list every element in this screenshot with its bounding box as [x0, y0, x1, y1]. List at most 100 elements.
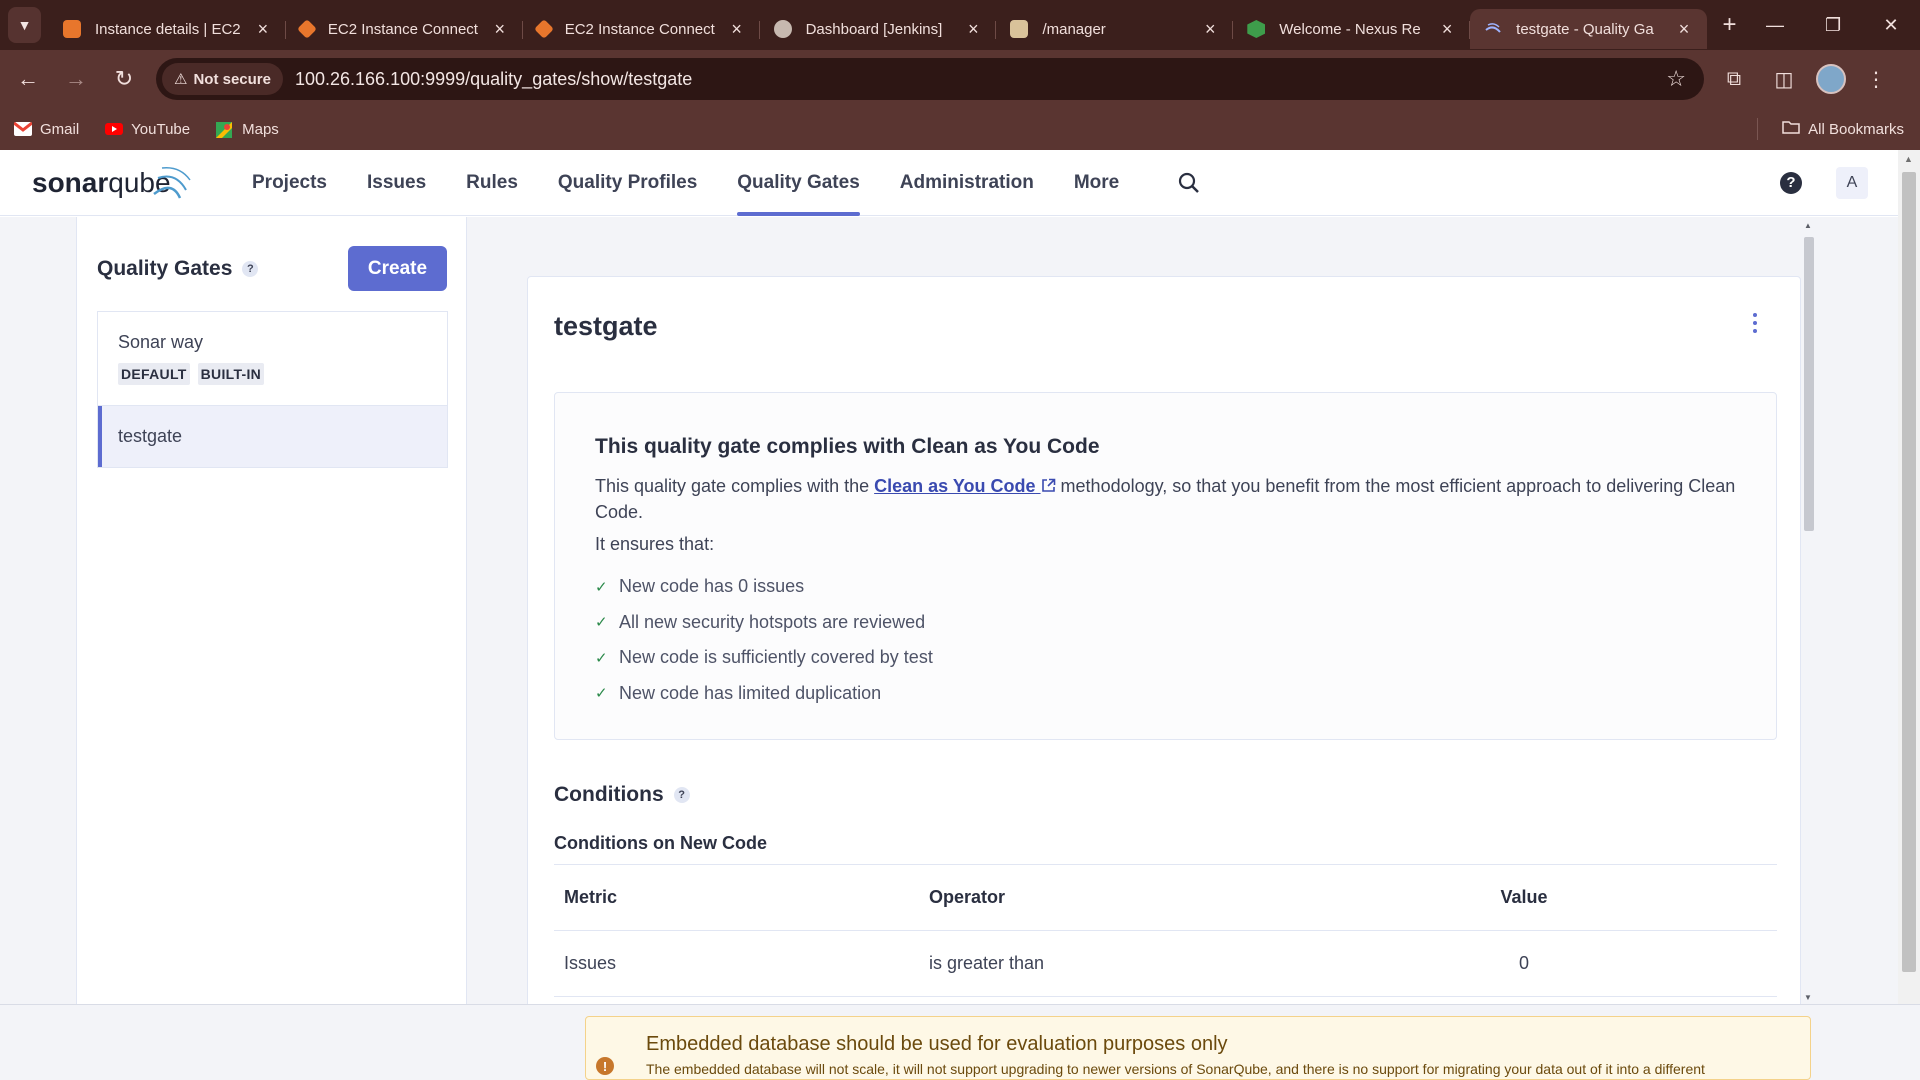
nav-administration[interactable]: Administration: [900, 150, 1034, 216]
sidebar-title: Quality Gates: [97, 257, 233, 280]
check-icon: ✓: [595, 578, 608, 596]
bookmark-star-icon[interactable]: ☆: [1666, 66, 1686, 92]
scroll-thumb[interactable]: [1902, 172, 1916, 972]
reload-icon[interactable]: ↻: [104, 59, 144, 99]
cayc-compliance-box: This quality gate complies with Clean as…: [554, 392, 1777, 740]
help-question-icon[interactable]: ?: [242, 261, 259, 277]
side-panel-icon[interactable]: ◫: [1764, 59, 1804, 99]
browser-tab[interactable]: Instance details | EC2 ×: [49, 9, 286, 49]
more-actions-icon[interactable]: [1752, 313, 1758, 333]
cell-value: 0: [1518, 953, 1529, 973]
tab-close-icon[interactable]: ×: [489, 19, 511, 40]
scroll-up-icon[interactable]: ▲: [1904, 154, 1913, 164]
header-metric: Metric: [564, 887, 618, 907]
tab-close-icon[interactable]: ×: [252, 19, 274, 40]
tab-title: testgate - Quality Ga: [1516, 20, 1654, 38]
cayc-description: This quality gate complies with the Clea…: [595, 473, 1745, 525]
cayc-link-text: Clean as You Code: [874, 476, 1036, 496]
tab-title: EC2 Instance Connect: [327, 20, 478, 38]
forward-arrow-icon[interactable]: →: [56, 59, 96, 99]
sonarqube-logo[interactable]: sonar qube: [32, 158, 192, 208]
page-content: Quality Gates ? Create Sonar way DEFAULT…: [0, 217, 1920, 1036]
close-window-icon[interactable]: ✕: [1862, 0, 1920, 50]
bookmark-gmail[interactable]: Gmail: [13, 121, 79, 138]
bookmark-label: YouTube: [131, 120, 191, 138]
sonarqube-favicon-icon: [1484, 20, 1502, 38]
tab-title: EC2 Instance Connect: [564, 20, 715, 38]
browser-tab[interactable]: Dashboard [Jenkins] ×: [760, 9, 997, 49]
browser-tab[interactable]: EC2 Instance Connect ×: [286, 9, 523, 49]
bookmark-maps[interactable]: Maps: [216, 121, 279, 138]
tab-title: Welcome - Nexus Re: [1279, 20, 1421, 38]
tab-close-icon[interactable]: ×: [726, 19, 748, 40]
all-bookmarks[interactable]: All Bookmarks: [1757, 118, 1904, 140]
tab-title: Instance details | EC2: [95, 20, 241, 38]
gate-details-card: testgate This quality gate complies with…: [527, 276, 1801, 1036]
nav-rules[interactable]: Rules: [466, 150, 518, 216]
new-tab-button[interactable]: +: [1713, 7, 1746, 43]
search-icon[interactable]: [1169, 163, 1209, 203]
cayc-checklist: ✓ New code has 0 issues ✓ All new security…: [595, 569, 933, 711]
bookmarks-bar: Gmail YouTube Maps All Bookmarks: [0, 108, 1920, 150]
tab-title: Dashboard [Jenkins]: [805, 20, 943, 38]
gate-item-testgate[interactable]: testgate: [98, 406, 447, 467]
maps-icon: [216, 122, 234, 138]
help-icon[interactable]: ?: [1780, 171, 1802, 194]
back-arrow-icon[interactable]: ←: [8, 59, 48, 99]
all-bookmarks-label: All Bookmarks: [1808, 120, 1904, 138]
gate-list: Sonar way DEFAULT BUILT-IN testgate: [97, 311, 448, 468]
header-operator: Operator: [929, 887, 1006, 907]
checklist-item: ✓ New code has 0 issues: [595, 569, 933, 605]
warning-triangle-icon: ⚠: [174, 71, 188, 88]
bookmark-label: Maps: [242, 120, 279, 138]
gate-name: testgate: [118, 426, 183, 446]
browser-tab[interactable]: EC2 Instance Connect ×: [523, 9, 760, 49]
cayc-desc-text: This quality gate complies with the: [595, 476, 875, 496]
nav-issues[interactable]: Issues: [367, 150, 426, 216]
browser-tab-active[interactable]: testgate - Quality Ga ×: [1470, 9, 1708, 49]
default-badge: DEFAULT: [118, 363, 190, 385]
scroll-thumb[interactable]: [1804, 237, 1814, 531]
profile-avatar[interactable]: [1816, 64, 1846, 94]
tab-close-icon[interactable]: ×: [962, 19, 984, 40]
content-scrollbar[interactable]: ▲ ▼: [1801, 217, 1817, 1004]
browser-tab-strip: ▼ Instance details | EC2 × EC2 Instance …: [0, 0, 1920, 50]
clean-as-you-code-link[interactable]: Clean as You Code: [874, 476, 1055, 496]
menu-dots-icon[interactable]: ⋮: [1856, 59, 1896, 99]
nav-projects[interactable]: Projects: [252, 150, 327, 216]
nav-quality-profiles[interactable]: Quality Profiles: [558, 150, 697, 216]
external-link-icon: [1041, 476, 1056, 496]
gate-item-sonar-way[interactable]: Sonar way DEFAULT BUILT-IN: [98, 312, 447, 406]
chevron-down-icon: ▼: [17, 17, 32, 33]
create-button[interactable]: Create: [348, 246, 447, 291]
conditions-title: Conditions: [554, 783, 664, 806]
browser-tab[interactable]: /manager ×: [996, 9, 1234, 49]
tab-close-icon[interactable]: ×: [1673, 19, 1695, 40]
checklist-item: ✓ New code has limited duplication: [595, 676, 933, 712]
scroll-up-icon[interactable]: ▲: [1804, 221, 1812, 230]
page-scrollbar[interactable]: ▲: [1898, 150, 1920, 1004]
warning-text: The embedded database will not scale, it…: [646, 1061, 1705, 1077]
address-bar[interactable]: ⚠ Not secure 100.26.166.100:9999/quality…: [156, 58, 1704, 100]
checklist-text: All new security hotspots are reviewed: [619, 611, 926, 632]
tab-close-icon[interactable]: ×: [1199, 19, 1221, 40]
extensions-icon[interactable]: ⧉: [1714, 59, 1754, 99]
user-avatar[interactable]: A: [1836, 166, 1868, 199]
help-question-icon[interactable]: ?: [673, 787, 690, 803]
restore-icon[interactable]: ❐: [1804, 0, 1862, 50]
gate-name: Sonar way: [118, 332, 204, 352]
cayc-ensures: It ensures that:: [595, 534, 715, 554]
gate-title: testgate: [554, 311, 658, 341]
minimize-icon[interactable]: —: [1746, 0, 1804, 50]
tab-close-icon[interactable]: ×: [1436, 19, 1458, 40]
cell-operator: is greater than: [929, 953, 1045, 973]
scroll-down-icon[interactable]: ▼: [1804, 993, 1812, 1002]
site-info-chip[interactable]: ⚠ Not secure: [162, 63, 283, 95]
url-text[interactable]: 100.26.166.100:9999/quality_gates/show/t…: [295, 69, 692, 90]
nav-quality-gates[interactable]: Quality Gates: [737, 150, 860, 216]
nav-more[interactable]: More: [1074, 150, 1119, 216]
tab-search-button[interactable]: ▼: [8, 7, 41, 43]
browser-tab[interactable]: Welcome - Nexus Re ×: [1233, 9, 1471, 49]
main-nav: Projects Issues Rules Quality Profiles Q…: [252, 150, 1159, 216]
bookmark-youtube[interactable]: YouTube: [105, 121, 190, 138]
